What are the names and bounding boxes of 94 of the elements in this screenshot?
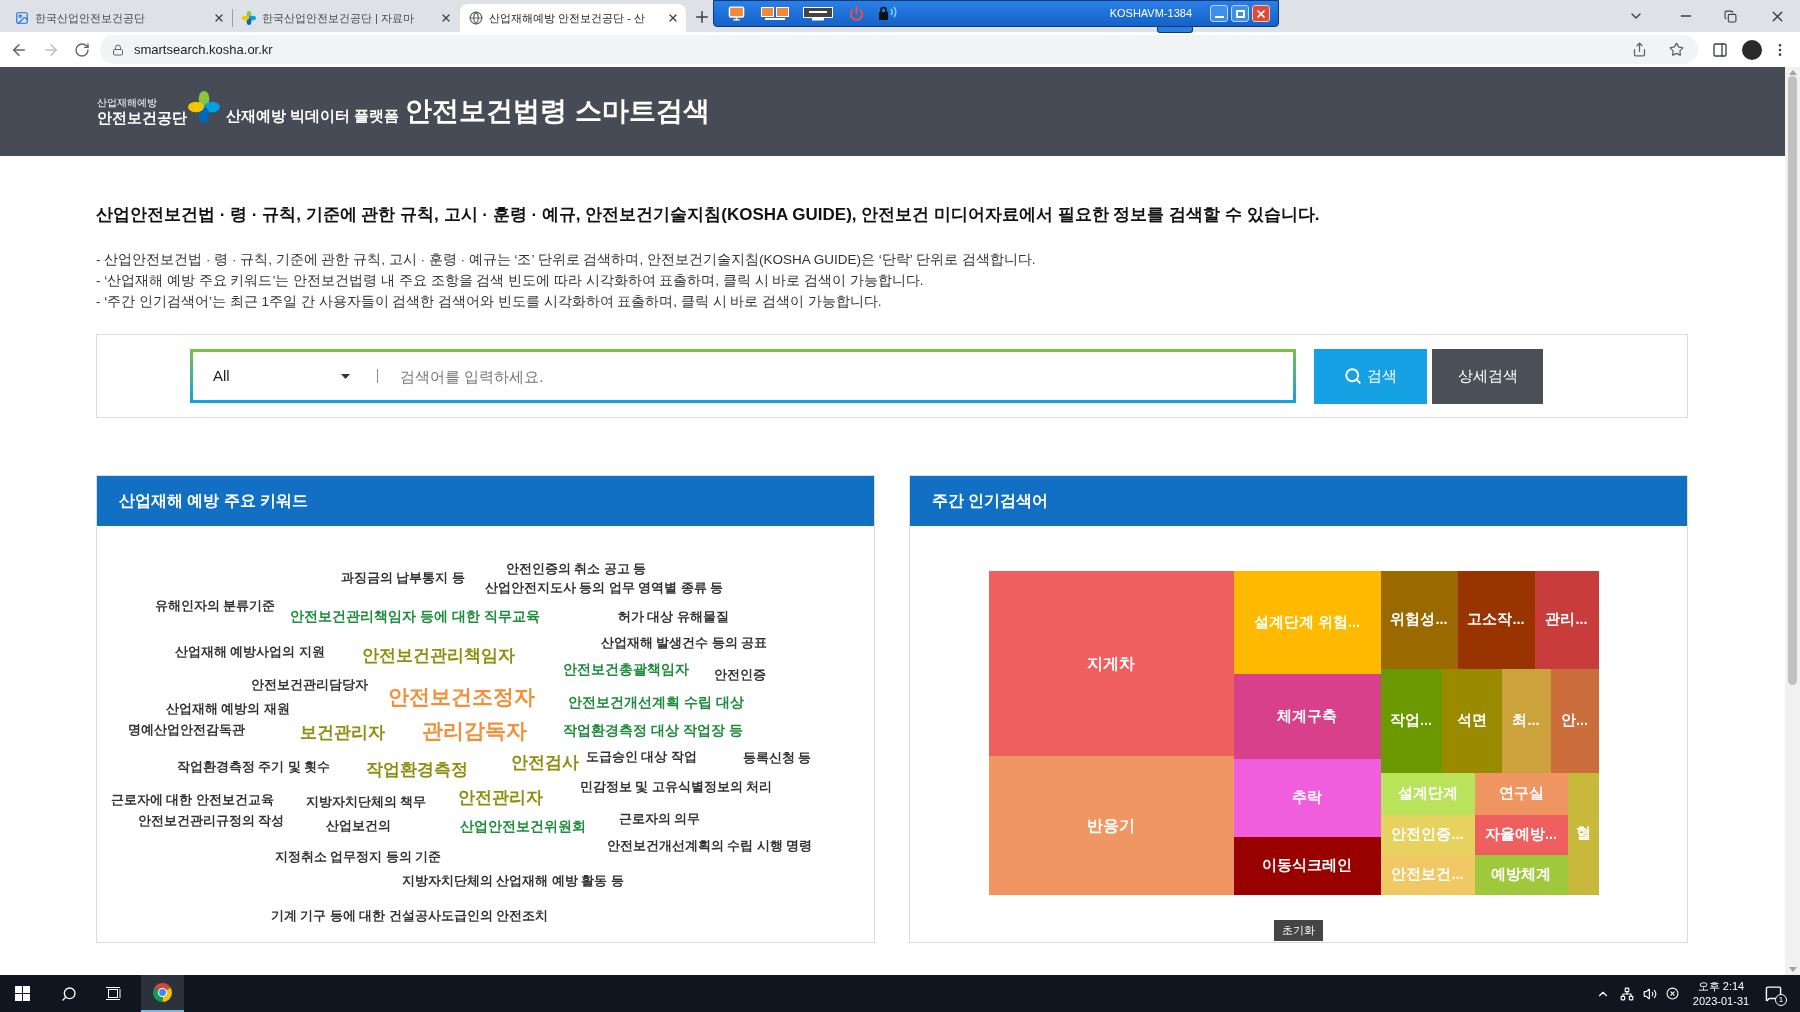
toolbar-minimize-button[interactable] (1210, 5, 1228, 22)
advanced-search-button[interactable]: 상세검색 (1432, 348, 1543, 404)
keyword[interactable]: 근로자의 의무 (619, 812, 701, 828)
keyword[interactable]: 산업재해 예방사업의 지원 (175, 645, 325, 661)
restore-icon[interactable] (1724, 9, 1737, 23)
reload-icon[interactable] (73, 41, 90, 58)
keyword[interactable]: 민감정보 및 고유식별정보의 처리 (580, 780, 773, 796)
error-circle-icon[interactable] (1666, 987, 1679, 1000)
keyword[interactable]: 과징금의 납부통지 등 (341, 571, 465, 587)
dual-monitor-icon[interactable] (761, 6, 789, 21)
search-field[interactable]: All 검색어를 입력하세요. (190, 349, 1296, 403)
remote-host-name: KOSHAVM-1384 (1109, 6, 1192, 22)
toolbar-restore-button[interactable] (1231, 5, 1249, 22)
keyword[interactable]: 안전보건개선계획의 수립 시행 명령 (607, 839, 813, 855)
keyword[interactable]: 등록신청 등 (743, 751, 812, 767)
org-name: 안전보건공단 (97, 110, 187, 125)
windows-logo-icon[interactable] (15, 986, 30, 1001)
browser-tab[interactable]: 산업재해예방 안전보건공단 - 산 (460, 4, 686, 32)
keyword[interactable]: 안전보건총괄책임자 (563, 661, 689, 679)
keyword[interactable]: 지방자치단체의 책무 (306, 795, 427, 811)
scope-dropdown[interactable]: All (193, 352, 377, 400)
intro-headline: 산업안전보건법 · 령 · 규칙, 기준에 관한 규칙, 고시 · 훈령 · 예규, 안전보건기술지침(KOSHA GUIDE), 안전보건 미디어자료에서 필요한 정보를 검색할 수 있습니다. (96, 204, 1321, 226)
keyword[interactable]: 명예산업안전감독관 (128, 723, 245, 739)
clock-time[interactable]: 오후 2:14 (1697, 978, 1745, 994)
scrollbar-thumb[interactable] (1788, 76, 1797, 685)
browser-tab[interactable]: 한국산업안전보건공단 | 자료마 (233, 4, 459, 32)
toolbar-handle[interactable] (1157, 27, 1193, 33)
keyword[interactable]: 안전인증의 취소 공고 등 (506, 562, 647, 578)
close-icon (1255, 7, 1267, 20)
keyword[interactable]: 근로자에 대한 안전보건교육 (111, 793, 274, 809)
panel-title: 주간 인기검색어 (932, 491, 1049, 511)
lock-signal-icon[interactable] (878, 6, 898, 21)
treemap-cell[interactable]: 안... (1550, 669, 1599, 773)
keyword[interactable]: 안전보건개선계획 수립 대상 (568, 694, 744, 712)
intro-note: - ‘산업재해 예방 주요 키워드’는 안전보건법령 내 주요 조항을 검색 빈도에 따라 시각화하여 표출하며, 클릭 시 바로 검색이 가능합니다. (96, 272, 925, 290)
reset-button[interactable]: 초기화 (1274, 920, 1323, 941)
treemap-cell[interactable]: 체계구축 (1233, 674, 1381, 759)
keyword[interactable]: 안전보건관리규정의 작성 (138, 814, 285, 830)
keyword[interactable]: 유해인자의 분류기준 (155, 599, 276, 615)
keyword[interactable]: 산업보건의 (326, 819, 391, 835)
profile-avatar[interactable] (1742, 39, 1763, 60)
intro-note: - 산업안전보건법 · 령 · 규칙, 기준에 관한 규칙, 고시 · 훈령 · 예규는 ‘조’ 단위로 검색하며, 안전보건기술지침(KOSHA GUIDE)은 ‘단락’ 단위로 검색합니다. (96, 251, 1037, 269)
keyword[interactable]: 기계 기구 등에 대한 건설공사도급인의 안전조치 (271, 909, 549, 925)
keyword[interactable]: 작업환경측정 대상 작업장 등 (563, 722, 743, 740)
browser-app-icon (152, 982, 173, 1003)
treemap-cell[interactable]: 위험성... (1380, 571, 1458, 669)
keyword[interactable]: 안전보건관리담당자 (251, 678, 368, 694)
search-icon (1344, 367, 1362, 385)
close-icon[interactable] (667, 12, 679, 24)
close-icon[interactable] (440, 12, 452, 24)
keyword[interactable]: 지정취소 업무정지 등의 기준 (275, 850, 442, 866)
keyword[interactable]: 산업재해 예방의 재원 (166, 702, 290, 718)
keyword[interactable]: 산업재해 발생건수 등의 공표 (601, 636, 768, 652)
lock-icon (111, 43, 124, 56)
site-title: 안전보건법령 스마트검색 (405, 95, 710, 129)
keyword[interactable]: 산업안전지도사 등의 업무 영역별 종류 등 (485, 581, 724, 597)
new-tab-icon[interactable] (693, 8, 711, 26)
panel-title: 산업재해 예방 주요 키워드 (119, 491, 309, 511)
monitor-icon[interactable] (728, 5, 745, 22)
monitor-cable-icon[interactable] (803, 6, 833, 21)
keyword[interactable]: 산업안전보건위원회 (460, 818, 586, 836)
image-icon (15, 11, 29, 25)
keyword[interactable]: 도급승인 대상 작업 (586, 750, 697, 766)
notification-count: 1 (1775, 994, 1787, 1006)
treemap-cell[interactable]: 고소작... (1457, 571, 1535, 669)
org-tagline: 산업재해예방 (97, 98, 158, 108)
search-input[interactable]: 검색어를 입력하세요. (400, 352, 1293, 400)
clock-date[interactable]: 2023-01-31 (1692, 993, 1750, 1009)
treemap-cell[interactable]: 이동식크레인 (1233, 837, 1381, 895)
cross-logo-icon (188, 90, 220, 123)
search-icon[interactable] (61, 985, 77, 1002)
scrollbar[interactable] (1785, 67, 1800, 975)
globe-icon (469, 11, 483, 25)
keyword[interactable]: 지방자치단체의 산업재해 예방 활동 등 (402, 874, 624, 890)
platform-name: 산재예방 빅데이터 플랫폼 (226, 106, 400, 126)
volume-icon[interactable] (1643, 986, 1657, 1001)
close-icon[interactable] (213, 12, 225, 24)
address-bar[interactable]: smartsearch.kosha.or.kr (99, 35, 1699, 64)
browser-tab[interactable]: 한국산업안전보건공단 (6, 4, 232, 32)
task-view-icon[interactable] (106, 986, 122, 1001)
bookmark-star-icon[interactable] (1669, 42, 1685, 57)
keyword[interactable]: 허가 대상 유해물질 (618, 610, 729, 626)
keyword[interactable]: 안전보건관리책임자 등에 대한 직무교육 (290, 608, 540, 626)
keyword[interactable]: 안전인증 (714, 668, 766, 684)
keyword[interactable]: 작업환경측정 주기 및 횟수 (177, 760, 331, 776)
network-icon[interactable] (1620, 986, 1634, 1001)
side-panel-icon[interactable] (1712, 41, 1729, 58)
treemap-cell[interactable]: 관리... (1534, 571, 1599, 669)
share-icon[interactable] (1632, 42, 1648, 57)
taskbar-app-button[interactable] (141, 975, 184, 1012)
toolbar-close-button[interactable] (1252, 5, 1270, 22)
intro-note: - ‘주간 인기검색어’는 최근 1주일 간 사용자들이 검색한 검색어와 빈도를 시각화하여 표출하며, 클릭 시 바로 검색이 가능합니다. (96, 293, 883, 311)
caret-icon (341, 373, 350, 379)
cross-logo-icon (242, 11, 256, 25)
